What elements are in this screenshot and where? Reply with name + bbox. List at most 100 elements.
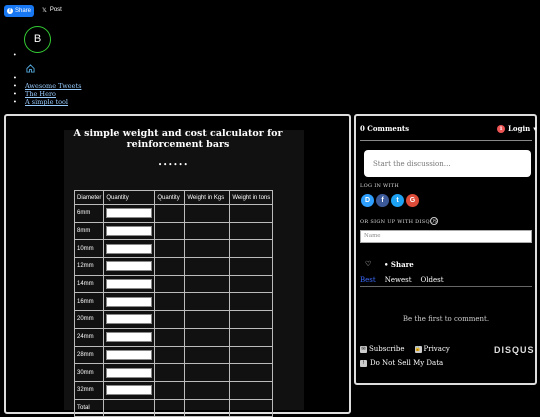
name-placeholder: Name [364, 233, 381, 239]
nav-item-empty: • [13, 74, 17, 82]
total-label: Total [73, 398, 105, 417]
diameter-cell: 16mm [73, 292, 105, 312]
facebook-icon: f [7, 8, 13, 14]
subscribe-link[interactable]: ✉ Subscribe [360, 345, 405, 353]
quantity-cell [154, 221, 186, 241]
diameter-cell: 24mm [73, 327, 105, 347]
empty-cell [103, 398, 156, 417]
share-button[interactable]: • Share [384, 260, 414, 269]
quantity-cell [154, 380, 186, 400]
nav-link-awesome-tweets[interactable]: Awesome Tweets [25, 82, 81, 90]
weight-kgs-cell [184, 221, 231, 241]
quantity-input[interactable] [106, 296, 153, 307]
table-row: 12mm [73, 257, 274, 276]
table-header-row: Diameter Quantity Quantity Weight in Kgs… [73, 190, 274, 205]
weight-tons-cell [229, 204, 274, 223]
x-icon: 𝕏 [42, 7, 47, 14]
nav-item-a-simple-tool[interactable]: • A simple tool [13, 98, 81, 106]
diameter-cell: 12mm [73, 257, 105, 276]
quantity-input-cell [103, 274, 156, 294]
weight-kgs-cell [184, 257, 231, 276]
do-not-sell-link[interactable]: ! Do Not Sell My Data [360, 359, 443, 367]
quantity-cell [154, 327, 186, 347]
quantity-input[interactable] [106, 243, 153, 254]
log-in-with-label: LOG IN WITH [360, 183, 400, 189]
quantity-cell [154, 363, 186, 382]
privacy-link[interactable]: 🔒 Privacy [414, 345, 450, 353]
quantity-input[interactable] [106, 279, 153, 290]
help-icon[interactable]: ? [430, 217, 438, 225]
notification-badge: 1 [497, 124, 505, 133]
sort-tabs: Best Newest Oldest [360, 276, 444, 284]
site-navigation: • • Awesome Tweets • The Hero • A simple to… [13, 74, 81, 106]
weight-kgs-cell [184, 204, 231, 223]
disqus-footer: ✉ Subscribe 🔒 Privacy [360, 345, 450, 353]
table-row: 14mm [73, 274, 274, 294]
google-login-icon[interactable]: G [406, 194, 419, 207]
facebook-share-label: Share [15, 8, 32, 14]
site-logo[interactable]: B [24, 26, 51, 53]
weight-tons-cell [229, 274, 274, 294]
quantity-input[interactable] [106, 332, 153, 343]
header-quantity-input: Quantity [103, 190, 156, 205]
diameter-cell: 14mm [73, 274, 105, 294]
x-post-button[interactable]: 𝕏 Post [42, 5, 62, 15]
facebook-login-icon[interactable]: f [376, 194, 389, 207]
quantity-input-cell [103, 345, 156, 365]
weight-kgs-cell [184, 239, 231, 259]
quantity-cell [154, 274, 186, 294]
quantity-input-cell [103, 380, 156, 400]
diameter-cell: 32mm [73, 380, 105, 400]
table-row: 28mm [73, 345, 274, 365]
table-row: 24mm [73, 327, 274, 347]
comments-count: 0 Comments [360, 124, 410, 133]
table-row: 6mm [73, 204, 274, 223]
quantity-input[interactable] [106, 349, 153, 360]
discussion-input[interactable]: Start the discussion… [364, 150, 531, 177]
quantity-input-cell [103, 292, 156, 312]
header-quantity: Quantity [154, 190, 186, 205]
weight-tons-cell [229, 310, 274, 329]
or-sign-up-label: OR SIGN UP WITH DISQUS [360, 219, 439, 225]
quantity-input-cell [103, 204, 156, 223]
quantity-cell [154, 239, 186, 259]
quantity-input[interactable] [106, 314, 153, 325]
disqus-login-icon[interactable]: D [361, 194, 374, 207]
facebook-share-button[interactable]: f Share [4, 5, 34, 17]
weight-tons-cell [229, 221, 274, 241]
quantity-cell [154, 257, 186, 276]
table-row: 8mm [73, 221, 274, 241]
quantity-cell [154, 204, 186, 223]
quantity-input[interactable] [106, 261, 153, 272]
tab-newest[interactable]: Newest [385, 276, 412, 284]
weight-tons-cell [229, 363, 274, 382]
twitter-login-icon[interactable]: t [391, 194, 404, 207]
diameter-cell: 28mm [73, 345, 105, 365]
tab-best[interactable]: Best [360, 276, 376, 284]
quantity-input[interactable] [106, 226, 153, 237]
login-button[interactable]: 1 Login ▾ [497, 124, 537, 133]
heart-icon[interactable]: ♡ [365, 260, 371, 268]
nav-item-the-hero[interactable]: • The Hero [13, 90, 81, 98]
empty-cell [154, 398, 186, 417]
nav-link-a-simple-tool[interactable]: A simple tool [25, 98, 68, 106]
table-row: 10mm [73, 239, 274, 259]
quantity-input[interactable] [106, 367, 153, 378]
quantity-cell [154, 345, 186, 365]
quantity-cell [154, 310, 186, 329]
quantity-input[interactable] [106, 385, 153, 396]
header-diameter: Diameter [73, 190, 105, 205]
nav-link-the-hero[interactable]: The Hero [25, 90, 56, 98]
weight-kgs-cell [184, 327, 231, 347]
diameter-cell: 30mm [73, 363, 105, 382]
empty-comments-message: Be the first to comment. [402, 315, 490, 323]
quantity-input[interactable] [106, 208, 153, 219]
nav-item-awesome-tweets[interactable]: • Awesome Tweets [13, 82, 81, 90]
diameter-cell: 8mm [73, 221, 105, 241]
name-input[interactable]: Name [360, 230, 532, 243]
lock-icon: 🔒 [414, 345, 422, 353]
rebar-calculator-table: Diameter Quantity Quantity Weight in Kgs… [73, 190, 274, 417]
diameter-cell: 20mm [73, 310, 105, 329]
tab-oldest[interactable]: Oldest [421, 276, 444, 284]
mail-icon: ✉ [360, 345, 367, 353]
